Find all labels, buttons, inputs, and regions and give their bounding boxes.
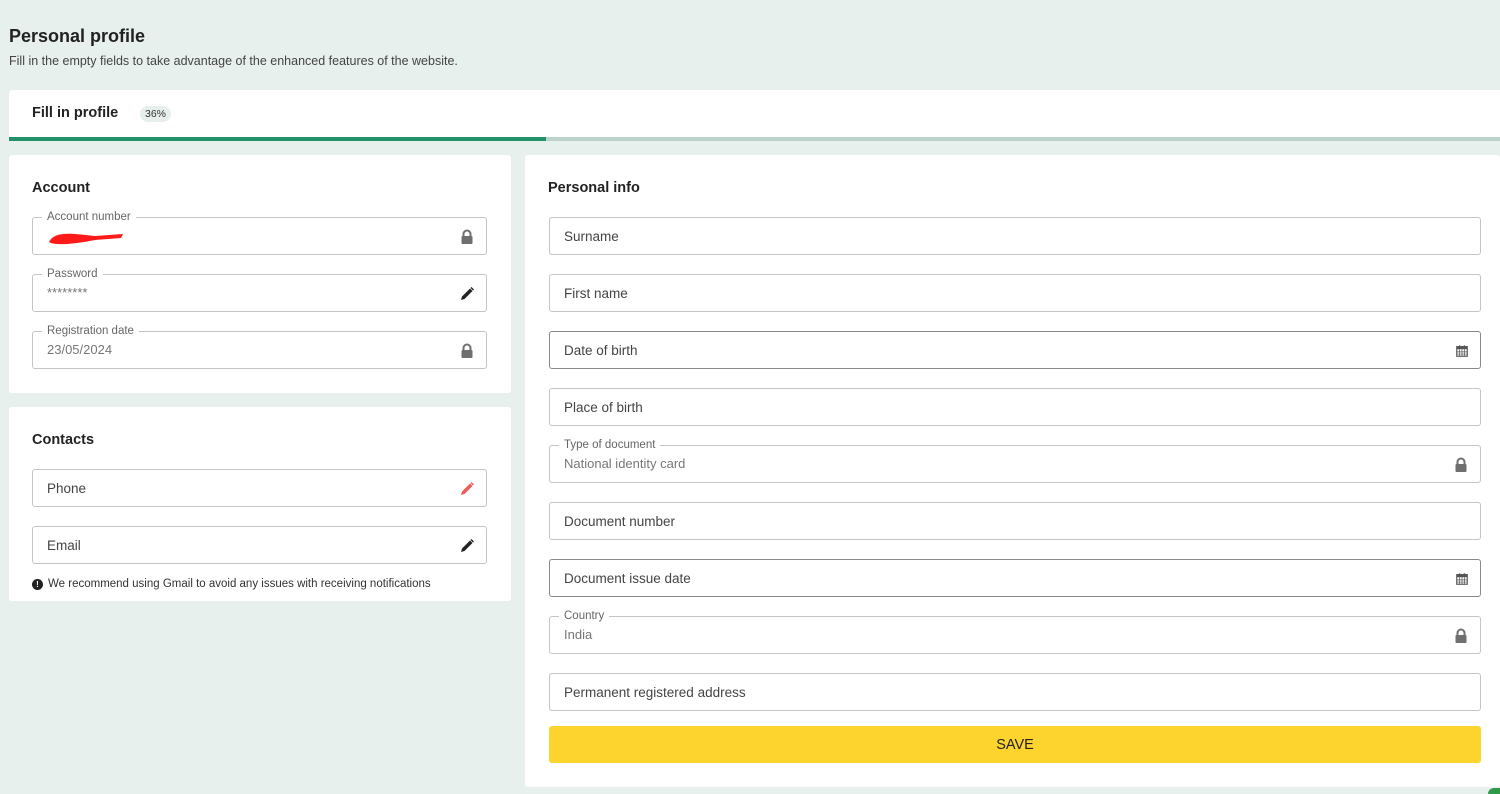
date-of-birth-field[interactable]: Date of birth <box>549 331 1481 369</box>
profile-progress-card: Fill in profile 36% <box>9 90 1500 141</box>
document-issue-date-field[interactable]: Document issue date <box>549 559 1481 597</box>
personal-info-title: Personal info <box>548 180 640 196</box>
lock-icon <box>459 343 475 359</box>
place-of-birth-placeholder: Place of birth <box>564 400 643 415</box>
field-label: Type of document <box>559 438 661 452</box>
field-label: Registration date <box>42 324 139 338</box>
pencil-icon[interactable] <box>459 286 475 302</box>
surname-field[interactable]: Surname <box>549 217 1481 255</box>
lock-icon <box>459 229 475 245</box>
field-label: Country <box>559 609 610 623</box>
account-title: Account <box>32 180 90 196</box>
account-number-field: Account number <box>32 210 487 255</box>
gmail-note-text: We recommend using Gmail to avoid any is… <box>48 578 431 590</box>
date-of-birth-placeholder: Date of birth <box>564 343 638 358</box>
document-number-field[interactable]: Document number <box>549 502 1481 540</box>
permanent-address-placeholder: Permanent registered address <box>564 685 746 700</box>
place-of-birth-field[interactable]: Place of birth <box>549 388 1481 426</box>
info-icon: ! <box>32 578 43 590</box>
progress-bar <box>9 137 1500 141</box>
redaction-mark <box>49 233 123 245</box>
contacts-card: Contacts Phone Email ! We recommend usin… <box>9 407 511 601</box>
email-field[interactable]: Email <box>32 526 487 564</box>
first-name-field[interactable]: First name <box>549 274 1481 312</box>
document-issue-date-placeholder: Document issue date <box>564 571 691 586</box>
calendar-icon[interactable] <box>1455 572 1469 586</box>
lock-icon <box>1453 628 1469 644</box>
country-value: India <box>564 627 593 642</box>
lock-icon <box>1453 457 1469 473</box>
progress-percent-badge: 36% <box>140 106 172 122</box>
phone-field[interactable]: Phone <box>32 469 487 507</box>
page-subtitle: Fill in the empty fields to take advanta… <box>9 54 458 68</box>
country-field: Country India <box>549 609 1481 654</box>
first-name-placeholder: First name <box>564 286 628 301</box>
surname-placeholder: Surname <box>564 229 619 244</box>
registration-date-value: 23/05/2024 <box>47 342 113 357</box>
gmail-note: ! We recommend using Gmail to avoid any … <box>32 578 431 590</box>
page-title: Personal profile <box>9 26 146 46</box>
corner-widget <box>1488 788 1500 794</box>
document-type-value: National identity card <box>564 456 686 471</box>
registration-date-field: Registration date 23/05/2024 <box>32 324 487 369</box>
progress-bar-fill <box>9 137 546 141</box>
password-field[interactable]: Password ******** <box>32 267 487 312</box>
document-number-placeholder: Document number <box>564 514 676 529</box>
phone-placeholder: Phone <box>47 481 87 496</box>
calendar-icon[interactable] <box>1455 344 1469 358</box>
account-card: Account Account number Password ********… <box>9 155 511 393</box>
permanent-address-field[interactable]: Permanent registered address <box>549 673 1481 711</box>
personal-info-card: Personal info Surname First name Date of… <box>525 155 1500 787</box>
pencil-icon[interactable] <box>459 538 475 554</box>
save-button[interactable]: SAVE <box>549 726 1481 763</box>
progress-label: Fill in profile <box>32 105 119 121</box>
password-value: ******** <box>47 285 88 300</box>
email-placeholder: Email <box>47 538 81 553</box>
document-type-field: Type of document National identity card <box>549 438 1481 483</box>
pencil-icon[interactable] <box>459 481 475 497</box>
contacts-title: Contacts <box>32 432 95 448</box>
field-label: Account number <box>42 210 136 224</box>
field-label: Password <box>42 267 103 281</box>
